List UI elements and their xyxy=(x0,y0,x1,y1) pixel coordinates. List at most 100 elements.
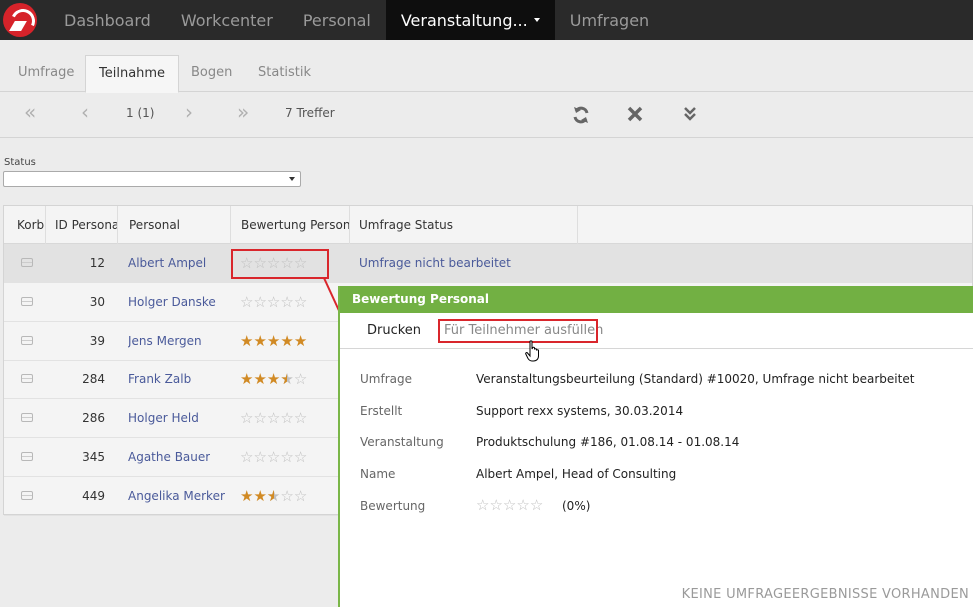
nav-personal[interactable]: Personal xyxy=(288,0,386,40)
row-personal-link[interactable]: Frank Zalb xyxy=(128,360,191,398)
star-icon[interactable]: ☆ xyxy=(530,496,543,514)
basket-icon[interactable] xyxy=(21,296,33,306)
print-tab[interactable]: Drucken xyxy=(367,323,421,338)
result-count: 7 Treffer xyxy=(285,106,335,120)
row-rating-stars: ★★★★☆ xyxy=(240,360,307,398)
app-logo-icon[interactable] xyxy=(3,3,37,37)
table-row[interactable]: 12 Albert Ampel ☆☆☆☆☆ Umfrage nicht bearbei… xyxy=(4,244,972,283)
highlight-rating-cell xyxy=(231,249,329,279)
first-page-button[interactable]: « xyxy=(24,102,36,122)
highlight-fill-tab xyxy=(438,319,598,343)
popup-rating-stars[interactable]: ☆☆☆☆☆ xyxy=(476,496,543,514)
field-label: Bewertung xyxy=(360,498,426,513)
star-icon: ☆ xyxy=(240,292,254,311)
row-personal-link[interactable]: Albert Ampel xyxy=(128,244,206,282)
chevron-down-icon xyxy=(533,18,540,22)
rating-popup: Bewertung Personal Drucken Für Teilnehme… xyxy=(338,286,973,607)
row-personal-link[interactable]: Jens Mergen xyxy=(128,322,202,360)
row-personal-link[interactable]: Holger Held xyxy=(128,399,199,437)
tab-statistik[interactable]: Statistik xyxy=(245,55,324,92)
row-id: 284 xyxy=(82,372,105,387)
nav-umfragen[interactable]: Umfragen xyxy=(555,0,664,40)
tab-bar: Umfrage Teilnahme Bogen Statistik xyxy=(0,40,973,93)
basket-icon[interactable] xyxy=(21,258,33,267)
row-personal-link[interactable]: Angelika Merker xyxy=(128,477,225,515)
row-rating-stars: ★★★★★ xyxy=(240,322,307,360)
star-icon: ☆ xyxy=(293,292,308,311)
row-rating-stars: ☆☆☆☆☆ xyxy=(240,438,307,476)
last-page-button[interactable]: » xyxy=(237,102,249,122)
star-icon: ☆ xyxy=(253,292,267,311)
star-icon: ☆ xyxy=(280,448,294,466)
star-icon: ★ xyxy=(280,331,294,350)
col-personal[interactable]: Personal xyxy=(118,206,231,244)
star-icon: ★ xyxy=(240,331,254,350)
star-icon[interactable]: ☆ xyxy=(503,496,516,514)
field-label: Erstellt xyxy=(360,403,403,418)
field-label: Veranstaltung xyxy=(360,435,444,450)
col-bewertung-personal[interactable]: Bewertung Personal xyxy=(231,206,350,244)
field-value: Produktschulung #186, 01.08.14 - 01.08.1… xyxy=(476,435,740,450)
row-rating-stars: ★★★☆☆ xyxy=(240,477,307,515)
close-icon[interactable] xyxy=(627,105,643,128)
nav-veranstaltung-label: Veranstaltung... xyxy=(400,10,528,30)
row-personal-link[interactable]: Holger Danske xyxy=(128,283,216,321)
star-icon: ★ xyxy=(253,370,267,389)
top-navigation: Dashboard Workcenter Personal Veranstalt… xyxy=(0,0,973,40)
row-id: 345 xyxy=(82,450,105,464)
page-indicator: 1 (1) xyxy=(126,106,155,120)
col-korb[interactable]: Korb xyxy=(4,206,46,244)
nav-veranstaltung[interactable]: Veranstaltung... xyxy=(385,0,555,40)
tab-umfrage[interactable]: Umfrage xyxy=(5,55,87,92)
star-icon: ☆ xyxy=(280,486,294,505)
status-filter-select[interactable] xyxy=(3,171,301,187)
chevron-double-down-icon[interactable] xyxy=(683,105,697,128)
star-icon: ☆ xyxy=(266,448,281,466)
star-icon[interactable]: ☆ xyxy=(516,496,529,514)
popup-title: Bewertung Personal xyxy=(340,286,973,313)
star-icon: ☆ xyxy=(240,409,254,428)
popup-tab-bar: Drucken Für Teilnehmer ausfüllen xyxy=(340,313,973,349)
basket-icon[interactable] xyxy=(21,335,33,345)
star-icon: ☆ xyxy=(253,448,267,466)
next-page-button[interactable]: › xyxy=(185,102,193,122)
col-umfrage-status[interactable]: Umfrage Status xyxy=(350,206,578,244)
col-id-personal[interactable]: ID Personal xyxy=(46,206,118,244)
star-icon[interactable]: ☆ xyxy=(476,496,489,514)
star-icon: ★ xyxy=(280,360,293,398)
star-icon: ★ xyxy=(293,331,308,350)
star-icon: ☆ xyxy=(280,292,294,311)
row-personal-link[interactable]: Agathe Bauer xyxy=(128,438,210,476)
prev-page-button[interactable]: ‹ xyxy=(81,102,89,122)
basket-icon[interactable] xyxy=(21,413,33,423)
star-icon[interactable]: ☆ xyxy=(489,496,502,514)
nav-workcenter[interactable]: Workcenter xyxy=(166,0,288,40)
nav-dashboard[interactable]: Dashboard xyxy=(49,0,166,40)
row-id: 30 xyxy=(89,294,105,309)
field-value: Support rexx systems, 30.03.2014 xyxy=(476,403,684,418)
star-icon: ☆ xyxy=(266,292,281,311)
star-icon: ★ xyxy=(266,370,281,389)
toolbar: « ‹ 1 (1) › » 7 Treffer xyxy=(0,93,973,138)
row-id: 39 xyxy=(89,333,105,348)
row-id: 12 xyxy=(89,256,105,270)
chevron-down-icon xyxy=(289,177,295,181)
row-rating-stars: ☆☆☆☆☆ xyxy=(240,283,307,321)
no-results-message: KEINE UMFRAGEERGEBNISSE VORHANDEN xyxy=(681,587,969,602)
star-icon: ★ xyxy=(240,486,254,505)
refresh-icon[interactable] xyxy=(571,105,591,130)
star-icon: ★ xyxy=(253,486,267,505)
field-value: Albert Ampel, Head of Consulting xyxy=(476,467,677,482)
field-label: Name xyxy=(360,467,396,482)
basket-icon[interactable] xyxy=(21,452,33,461)
field-label: Umfrage xyxy=(360,372,412,386)
basket-icon[interactable] xyxy=(21,374,33,384)
tab-bogen[interactable]: Bogen xyxy=(178,55,245,92)
hand-cursor-icon xyxy=(525,340,539,362)
row-id: 449 xyxy=(82,488,105,503)
star-icon: ★ xyxy=(240,370,254,389)
row-survey-status[interactable]: Umfrage nicht bearbeitet xyxy=(359,244,511,282)
tab-teilnahme[interactable]: Teilnahme xyxy=(85,55,180,93)
row-rating-stars: ☆☆☆☆☆ xyxy=(240,399,307,437)
basket-icon[interactable] xyxy=(21,490,33,500)
